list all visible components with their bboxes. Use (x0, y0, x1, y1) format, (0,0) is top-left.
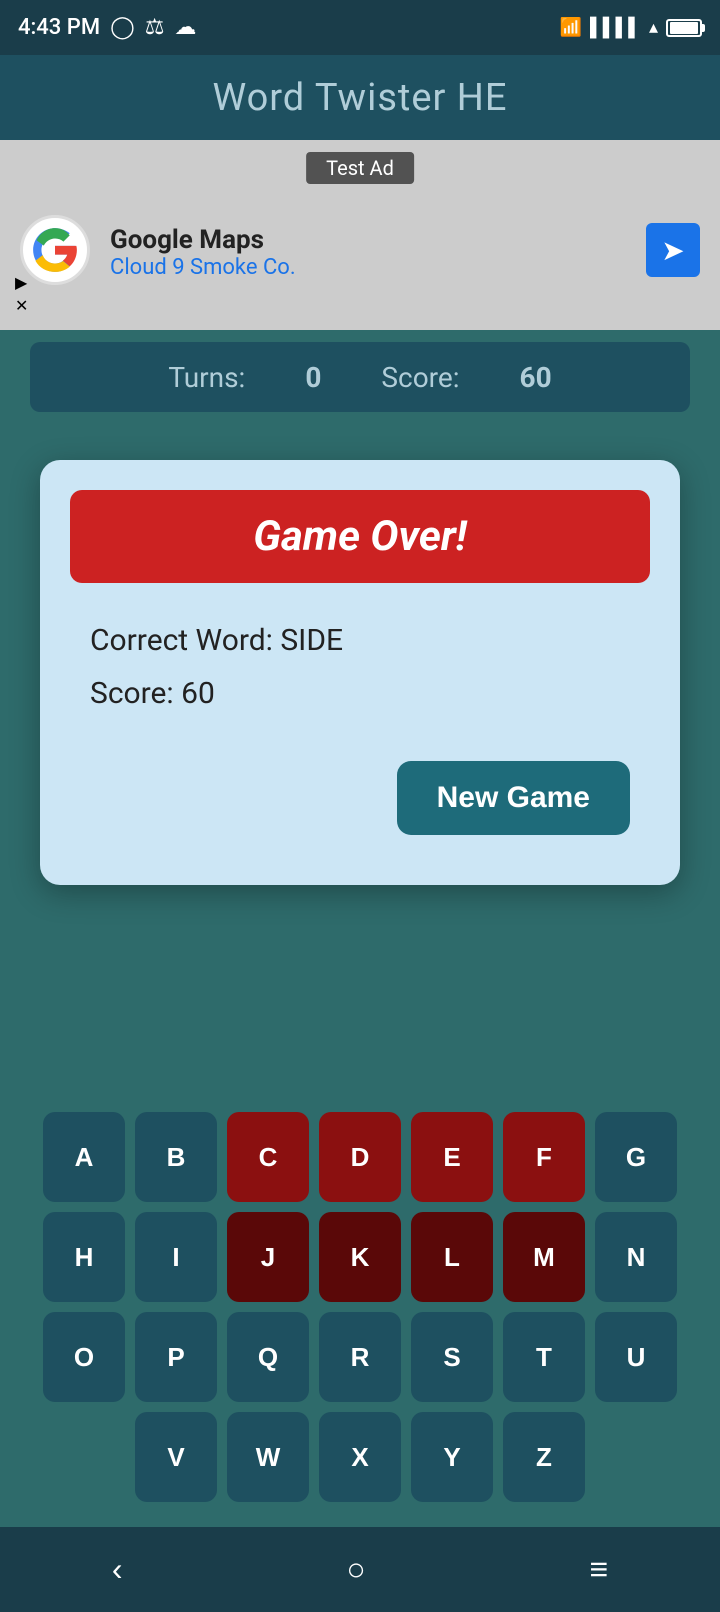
app-title: Word Twister HE (212, 76, 507, 120)
ad-label: Test Ad (306, 152, 414, 184)
ad-arrow-icon[interactable]: ➤ (646, 223, 700, 277)
key-W[interactable]: W (227, 1412, 309, 1502)
ad-close-icon[interactable]: ✕ (15, 296, 28, 315)
modal-score: Score: 60 (90, 676, 630, 711)
stats-bar: Turns: 0 Score: 60 (30, 342, 690, 412)
nav-bar: ‹ ○ ≡ (0, 1527, 720, 1612)
key-G[interactable]: G (595, 1112, 677, 1202)
key-Q[interactable]: Q (227, 1312, 309, 1402)
key-M[interactable]: M (503, 1212, 585, 1302)
title-bar: Word Twister HE (0, 55, 720, 140)
keyboard-row-1: A B C D E F G (10, 1112, 710, 1202)
key-D[interactable]: D (319, 1112, 401, 1202)
key-I[interactable]: I (135, 1212, 217, 1302)
back-button[interactable]: ‹ (112, 1551, 123, 1588)
key-Z[interactable]: Z (503, 1412, 585, 1502)
key-S[interactable]: S (411, 1312, 493, 1402)
vibrate-icon: 📶 (560, 17, 582, 38)
key-V[interactable]: V (135, 1412, 217, 1502)
ad-subtitle: Cloud 9 Smoke Co. (110, 255, 296, 280)
cloud-icon: ☁ (174, 15, 196, 40)
ad-content: Google Maps Cloud 9 Smoke Co. (110, 225, 296, 280)
keyboard-row-2: H I J K L M N (10, 1212, 710, 1302)
wifi-icon: ▴ (649, 17, 658, 38)
game-over-banner: Game Over! (70, 490, 650, 583)
key-L[interactable]: L (411, 1212, 493, 1302)
ad-controls: ▶ ✕ (15, 273, 28, 315)
key-T[interactable]: T (503, 1312, 585, 1402)
new-game-button[interactable]: New Game (397, 761, 630, 835)
status-time: 4:43 PM ◯ ⚖ ☁ (18, 15, 196, 40)
game-over-title: Game Over! (253, 512, 467, 561)
score-value: 60 (520, 361, 552, 394)
key-E[interactable]: E (411, 1112, 493, 1202)
signal-icon: ▌▌▌▌ (590, 17, 641, 38)
key-C[interactable]: C (227, 1112, 309, 1202)
key-X[interactable]: X (319, 1412, 401, 1502)
turns-value: 0 (305, 361, 321, 394)
status-icons: 📶 ▌▌▌▌ ▴ (560, 17, 702, 38)
menu-button[interactable]: ≡ (589, 1551, 608, 1588)
keyboard: A B C D E F G H I J K L M N O P Q R S T … (0, 1102, 720, 1522)
whatsapp-icon: ◯ (110, 15, 135, 40)
battery-icon (666, 19, 702, 37)
key-J[interactable]: J (227, 1212, 309, 1302)
key-O[interactable]: O (43, 1312, 125, 1402)
key-F[interactable]: F (503, 1112, 585, 1202)
key-Y[interactable]: Y (411, 1412, 493, 1502)
keyboard-row-3: O P Q R S T U (10, 1312, 710, 1402)
game-over-modal: Game Over! Correct Word: SIDE Score: 60 … (40, 460, 680, 885)
score-label: Score: (381, 361, 459, 394)
keyboard-row-4: V W X Y Z (10, 1412, 710, 1502)
modal-body: Correct Word: SIDE Score: 60 New Game (70, 613, 650, 845)
correct-word: Correct Word: SIDE (90, 623, 630, 658)
key-N[interactable]: N (595, 1212, 677, 1302)
key-P[interactable]: P (135, 1312, 217, 1402)
home-button[interactable]: ○ (346, 1551, 365, 1588)
turns-label: Turns: (168, 361, 245, 394)
ad-banner[interactable]: Test Ad Google Maps Cloud 9 Smoke Co. ➤ … (0, 140, 720, 330)
ad-company: Google Maps (110, 225, 296, 255)
key-R[interactable]: R (319, 1312, 401, 1402)
key-A[interactable]: A (43, 1112, 125, 1202)
status-bar: 4:43 PM ◯ ⚖ ☁ 📶 ▌▌▌▌ ▴ (0, 0, 720, 55)
ad-logo (20, 215, 90, 285)
key-U[interactable]: U (595, 1312, 677, 1402)
key-K[interactable]: K (319, 1212, 401, 1302)
key-H[interactable]: H (43, 1212, 125, 1302)
ad-play-icon: ▶ (15, 273, 28, 292)
key-B[interactable]: B (135, 1112, 217, 1202)
usb-icon: ⚖ (145, 15, 165, 40)
